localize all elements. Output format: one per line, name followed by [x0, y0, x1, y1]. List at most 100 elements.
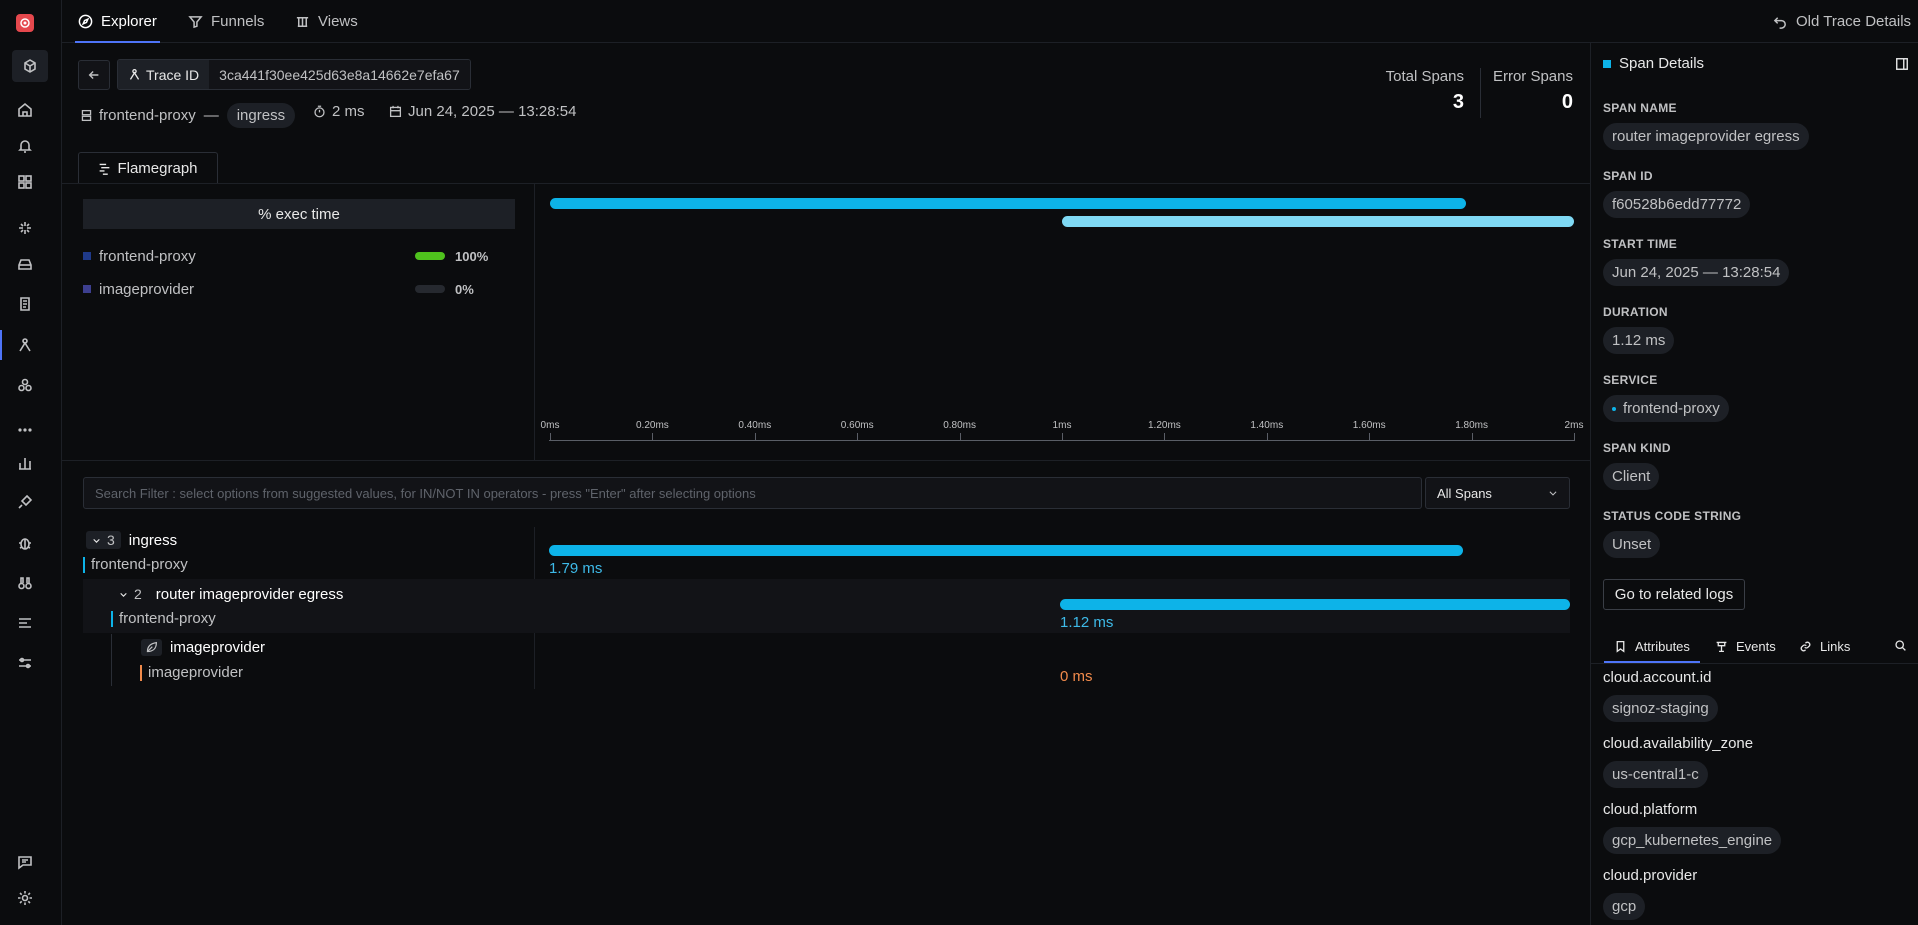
- span-details-panel: Span Details SPAN NAME router imageprovi…: [1590, 43, 1918, 925]
- alerts-bell-icon[interactable]: [14, 135, 36, 157]
- dashboards-grid-icon[interactable]: [14, 171, 36, 193]
- infrastructure-icon[interactable]: [14, 253, 36, 275]
- integrations-plug-icon[interactable]: [14, 491, 36, 513]
- root-service-name: frontend-proxy: [99, 107, 196, 124]
- trace-duration-value: 2 ms: [332, 103, 365, 120]
- time-axis-tick: [1266, 433, 1268, 441]
- flamegraph-span-bar[interactable]: [550, 198, 1467, 209]
- explore-binoculars-icon[interactable]: [14, 572, 36, 594]
- attribute-key: cloud.provider: [1603, 867, 1698, 884]
- trace-date-value: Jun 24, 2025 — 13:28:54: [408, 103, 577, 120]
- duration-key: DURATION: [1603, 305, 1668, 319]
- tab-views[interactable]: Views: [295, 0, 358, 43]
- span-row[interactable]: 3 ingress frontend-proxy 1.79 ms: [83, 525, 1570, 579]
- span-duration-bar[interactable]: [549, 545, 1463, 556]
- service-map-icon[interactable]: [14, 374, 36, 396]
- trace-id-value[interactable]: 3ca441f30ee425d63e8a14662e7efa67: [209, 60, 470, 89]
- service-name: frontend-proxy: [99, 247, 196, 265]
- span-name-value: router imageprovider egress: [1603, 123, 1809, 150]
- left-nav-rail: [0, 0, 62, 925]
- time-axis-tick: [652, 433, 654, 441]
- tab-attributes[interactable]: Attributes: [1604, 629, 1700, 663]
- tab-flamegraph[interactable]: Flamegraph: [78, 152, 218, 183]
- debug-bug-icon[interactable]: [14, 532, 36, 554]
- span-name: ingress: [128, 531, 178, 549]
- span-type-select[interactable]: All Spans: [1425, 477, 1570, 509]
- funnel-icon: [188, 16, 203, 29]
- error-spans-value: 0: [1561, 91, 1573, 113]
- tab-funnels[interactable]: Funnels: [188, 0, 264, 43]
- span-duration-label: 0 ms: [1060, 668, 1093, 685]
- feedback-message-icon[interactable]: [14, 851, 36, 873]
- old-trace-details-label: Old Trace Details: [1796, 13, 1912, 30]
- tab-links[interactable]: Links: [1799, 629, 1850, 663]
- signoz-logo[interactable]: [16, 14, 34, 32]
- collapse-panel-icon[interactable]: [1895, 57, 1909, 74]
- meta-separator: —: [203, 107, 219, 124]
- settings-gear-icon[interactable]: [14, 887, 36, 909]
- leaf-span-badge: [141, 639, 162, 656]
- views-icon: [296, 17, 309, 27]
- duration-value: 1.12 ms: [1603, 327, 1675, 354]
- span-color-swatch: [1603, 59, 1611, 68]
- home-icon[interactable]: [14, 99, 36, 121]
- get-started-icon[interactable]: [12, 50, 48, 82]
- service-dot: [1612, 407, 1616, 412]
- span-service: frontend-proxy: [83, 556, 188, 573]
- leaf-icon: [146, 641, 157, 653]
- flamegraph-span-bar[interactable]: [1062, 216, 1574, 227]
- link-icon: [1800, 641, 1811, 651]
- span-collapse-toggle[interactable]: 3: [86, 531, 121, 549]
- service-icon: [81, 109, 92, 122]
- more-dots-icon[interactable]: [14, 419, 36, 441]
- chevron-down-icon: [1549, 491, 1557, 496]
- span-service: imageprovider: [140, 664, 243, 681]
- old-trace-details-button[interactable]: Old Trace Details: [1773, 0, 1911, 43]
- exec-time-pct: 100%: [455, 248, 489, 264]
- compass-icon: [78, 14, 93, 29]
- back-button[interactable]: [78, 60, 110, 90]
- attributes-tab-divider: [1591, 663, 1918, 664]
- tab-explorer[interactable]: Explorer: [75, 0, 160, 43]
- trace-id-box[interactable]: Trace ID 3ca441f30ee425d63e8a14662e7efa6…: [117, 59, 471, 90]
- flamegraph-top-border: [62, 183, 1590, 184]
- span-collapse-toggle[interactable]: 2: [113, 585, 148, 603]
- tab-explorer-label: Explorer: [101, 13, 157, 30]
- undo-icon: [1773, 17, 1786, 29]
- go-to-related-logs-button[interactable]: Go to related logs: [1603, 579, 1745, 610]
- span-duration-label: 1.79 ms: [549, 560, 603, 577]
- span-row[interactable]: imageprovider imageprovider 0 ms: [83, 633, 1570, 687]
- traces-icon[interactable]: [0, 330, 36, 360]
- span-search-filter[interactable]: Search Filter : select options from sugg…: [83, 477, 1422, 509]
- span-id-key: SPAN ID: [1603, 169, 1653, 183]
- span-row-selected[interactable]: 2 router imageprovider egress frontend-p…: [83, 579, 1570, 633]
- arrow-left-icon: [88, 71, 99, 79]
- calendar-icon: [389, 105, 402, 118]
- root-operation-chip: ingress: [226, 103, 296, 128]
- tab-events-label: Events: [1736, 638, 1776, 654]
- span-duration-bar[interactable]: [1059, 599, 1570, 610]
- tab-views-label: Views: [318, 13, 358, 30]
- settings-sliders-icon[interactable]: [14, 652, 36, 674]
- logs-list-icon[interactable]: [14, 612, 36, 634]
- span-type-select-value: All Spans: [1437, 485, 1492, 501]
- attribute-value: us-central1-c: [1603, 761, 1708, 788]
- exec-time-header: % exec time: [83, 199, 515, 229]
- metrics-bar-chart-icon[interactable]: [14, 452, 36, 474]
- exceptions-sparkle-icon[interactable]: [14, 217, 36, 239]
- top-tab-bar: Explorer Funnels Views Old Trace Details: [62, 0, 1918, 43]
- search-icon[interactable]: [1894, 639, 1907, 655]
- time-axis-tick: [1164, 433, 1166, 441]
- tab-events[interactable]: Events: [1715, 629, 1776, 663]
- stats-divider: [1480, 68, 1481, 118]
- time-axis-tick-label: 2ms: [1564, 420, 1584, 431]
- span-kind-value: Client: [1603, 463, 1660, 490]
- span-name: imageprovider: [170, 639, 266, 656]
- logs-scroll-icon[interactable]: [14, 293, 36, 315]
- flamegraph-bottom-border: [62, 460, 1590, 461]
- span-details-header: Span Details: [1603, 55, 1704, 72]
- span-service: frontend-proxy: [111, 610, 216, 627]
- total-spans-value: 3: [1452, 91, 1464, 113]
- total-spans-stat: Total Spans 3: [1386, 68, 1464, 114]
- trace-date: Jun 24, 2025 — 13:28:54: [389, 103, 576, 120]
